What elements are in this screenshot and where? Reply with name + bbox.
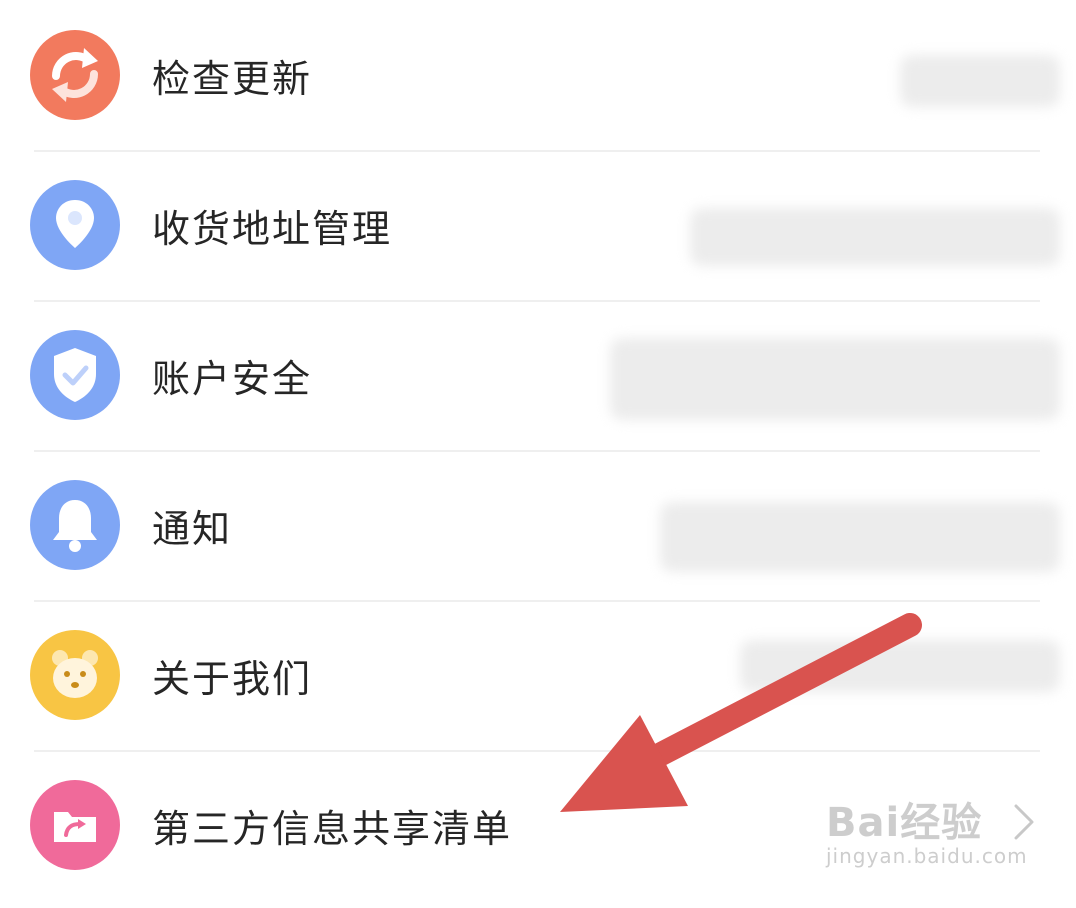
menu-item-address[interactable]: 收货地址管理 — [0, 150, 1076, 300]
folder-share-icon — [30, 780, 120, 870]
menu-item-label: 通知 — [152, 507, 233, 551]
menu-item-label: 关于我们 — [152, 657, 313, 701]
refresh-icon — [30, 30, 120, 120]
menu-item-label: 收货地址管理 — [152, 207, 393, 251]
redacted-value — [660, 502, 1060, 572]
baidu-jingyan-watermark: Bai经验 jingyan.baidu.com — [826, 790, 1028, 868]
shield-check-icon — [30, 330, 120, 420]
menu-item-label: 账户安全 — [152, 357, 313, 401]
menu-item-account-security[interactable]: 账户安全 — [0, 300, 1076, 450]
watermark-url: jingyan.baidu.com — [826, 844, 1028, 868]
location-pin-icon — [30, 180, 120, 270]
mascot-face-icon — [30, 630, 120, 720]
redacted-value — [690, 208, 1060, 266]
redacted-value — [900, 55, 1060, 107]
menu-item-notification[interactable]: 通知 — [0, 450, 1076, 600]
menu-item-label: 检查更新 — [152, 57, 313, 101]
menu-item-label: 第三方信息共享清单 — [152, 807, 513, 851]
redacted-value — [610, 338, 1060, 420]
watermark-brand: Bai经验 — [826, 800, 983, 846]
redacted-value — [740, 640, 1060, 692]
menu-item-about-us[interactable]: 关于我们 — [0, 600, 1076, 750]
bell-icon — [30, 480, 120, 570]
menu-item-check-update[interactable]: 检查更新 — [0, 0, 1076, 150]
